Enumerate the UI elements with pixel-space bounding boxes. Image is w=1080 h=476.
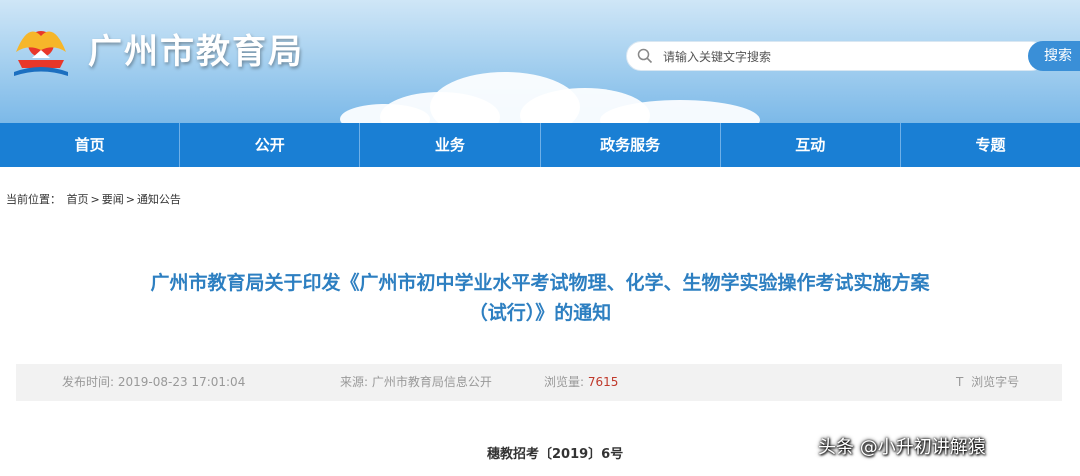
main-nav: 首页 公开 业务 政务服务 互动 专题	[0, 123, 1080, 167]
source: 来源: 广州市教育局信息公开	[340, 364, 492, 401]
nav-item-business[interactable]: 业务	[360, 123, 541, 167]
nav-item-home[interactable]: 首页	[0, 123, 181, 167]
view-count-value: 7615	[587, 375, 619, 389]
publish-time-value: 2019-08-23 17:01:04	[117, 375, 246, 389]
nav-item-services[interactable]: 政务服务	[541, 123, 721, 167]
publish-time: 发布时间: 2019-08-23 17:01:04	[62, 364, 245, 401]
breadcrumb-separator: >	[125, 193, 135, 206]
font-size-control[interactable]: T 浏览字号	[956, 364, 1019, 401]
search-box	[626, 41, 1046, 72]
breadcrumb-link-home[interactable]: 首页	[67, 193, 89, 206]
source-value: 广州市教育局信息公开	[371, 375, 492, 389]
search-input[interactable]	[661, 42, 1035, 72]
site-header: 广州市教育局 搜索	[0, 0, 1080, 123]
breadcrumb-link-news[interactable]: 要闻	[102, 193, 124, 206]
nav-item-interaction[interactable]: 互动	[721, 123, 901, 167]
source-label: 来源:	[340, 375, 369, 389]
font-size-icon: T	[956, 375, 964, 389]
article-title: 广州市教育局关于印发《广州市初中学业水平考试物理、化学、生物学实验操作考试实施方…	[60, 268, 1020, 328]
site-title[interactable]: 广州市教育局	[88, 24, 304, 73]
search-button[interactable]: 搜索	[1028, 41, 1080, 71]
publish-time-label: 发布时间:	[62, 375, 115, 389]
nav-item-public[interactable]: 公开	[180, 123, 361, 167]
watermark: 头条 @小升初讲解猿	[818, 437, 986, 458]
article-title-line: 广州市教育局关于印发《广州市初中学业水平考试物理、化学、生物学实验操作考试实施方…	[150, 272, 930, 294]
breadcrumb-link-notices[interactable]: 通知公告	[137, 193, 181, 206]
view-count-label: 浏览量:	[544, 375, 585, 389]
nav-item-topics[interactable]: 专题	[901, 123, 1080, 167]
font-size-label: 浏览字号	[971, 375, 1020, 389]
article-meta-bar: 发布时间: 2019-08-23 17:01:04 来源: 广州市教育局信息公开…	[16, 364, 1062, 401]
view-count: 浏览量: 7615	[544, 364, 618, 401]
document-number: 穗教招考〔2019〕6号	[487, 447, 624, 462]
breadcrumb: 当前位置： 首页 > 要闻 > 通知公告	[6, 191, 183, 207]
article-title-line: （试行）》的通知	[468, 302, 612, 324]
education-bureau-logo-icon	[14, 31, 68, 76]
search-icon	[637, 48, 653, 64]
breadcrumb-prefix: 当前位置：	[6, 193, 61, 206]
breadcrumb-separator: >	[90, 193, 100, 206]
